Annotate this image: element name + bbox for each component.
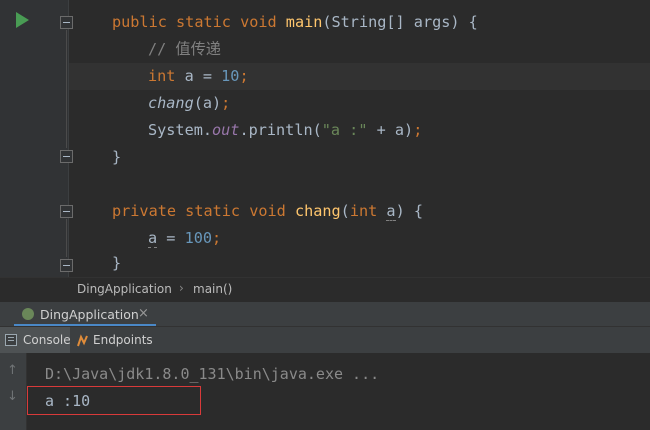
output-highlight-box bbox=[27, 386, 201, 415]
console-toolbar: ↑ ↓ bbox=[0, 353, 27, 430]
fold-icon[interactable] bbox=[60, 16, 73, 29]
code-line-declaration[interactable]: int a = 10; bbox=[148, 63, 249, 90]
tab-endpoints-label: Endpoints bbox=[93, 333, 153, 347]
keyword: int bbox=[148, 67, 176, 85]
code-text: a = bbox=[175, 67, 222, 85]
code-text: ( bbox=[340, 202, 350, 220]
semicolon: ; bbox=[413, 121, 423, 139]
method-call: chang bbox=[148, 94, 194, 112]
run-sub-tabs: Console Endpoints bbox=[0, 326, 650, 355]
call-args: (a) bbox=[193, 94, 222, 112]
method-name: main bbox=[285, 13, 323, 31]
endpoints-icon bbox=[77, 334, 88, 347]
fold-icon[interactable] bbox=[60, 205, 73, 218]
fold-guide bbox=[66, 30, 67, 148]
params: (String[] args) { bbox=[322, 13, 478, 31]
keyword: static bbox=[185, 202, 241, 220]
semicolon: ; bbox=[239, 67, 249, 85]
code-text: ) { bbox=[395, 202, 423, 220]
run-tab-label: DingApplication bbox=[40, 307, 139, 322]
parameter: a bbox=[386, 202, 396, 221]
spring-boot-icon bbox=[22, 308, 34, 320]
run-tool-window-header: DingApplication × bbox=[0, 301, 650, 327]
up-arrow-icon[interactable]: ↑ bbox=[7, 363, 18, 378]
fold-icon[interactable] bbox=[60, 150, 73, 163]
code-text: System. bbox=[148, 121, 213, 139]
brace: } bbox=[112, 254, 122, 272]
breadcrumb-separator: › bbox=[179, 281, 184, 295]
method-name: chang bbox=[294, 202, 341, 220]
semicolon: ; bbox=[212, 229, 222, 247]
code-line-comment[interactable]: // 值传递 bbox=[148, 36, 221, 63]
run-tab-dingapplication[interactable]: DingApplication × bbox=[14, 302, 156, 327]
tab-endpoints[interactable]: Endpoints bbox=[72, 327, 153, 353]
string-literal: "a :" bbox=[321, 121, 368, 139]
code-text: = bbox=[157, 229, 185, 247]
code-line-close-brace[interactable]: } bbox=[112, 250, 121, 277]
console-icon bbox=[5, 334, 17, 346]
breadcrumb: DingApplication › main() bbox=[0, 277, 650, 302]
run-gutter-icon[interactable] bbox=[16, 12, 29, 28]
number-literal: 10 bbox=[221, 67, 240, 85]
code-text: + a) bbox=[367, 121, 414, 139]
editor-gutter[interactable] bbox=[0, 0, 68, 277]
close-icon[interactable]: × bbox=[138, 306, 149, 321]
keyword: public bbox=[112, 13, 167, 31]
console-command-line[interactable]: D:\Java\jdk1.8.0_131\bin\java.exe ... bbox=[45, 365, 379, 383]
code-line-main-signature[interactable]: public static void main(String[] args) { bbox=[112, 9, 478, 36]
code-line-close-brace[interactable]: } bbox=[112, 144, 121, 171]
breadcrumb-class[interactable]: DingApplication bbox=[77, 282, 172, 296]
breadcrumb-method[interactable]: main() bbox=[193, 282, 232, 296]
code-editor[interactable]: public static void main(String[] args) {… bbox=[0, 0, 650, 277]
fold-guide bbox=[66, 219, 67, 257]
number-literal: 100 bbox=[184, 229, 213, 247]
keyword: int bbox=[349, 202, 378, 220]
fold-icon[interactable] bbox=[60, 259, 73, 272]
static-field: out bbox=[212, 121, 240, 139]
tab-console[interactable]: Console bbox=[0, 327, 71, 353]
down-arrow-icon[interactable]: ↓ bbox=[7, 389, 18, 404]
keyword: private bbox=[112, 202, 177, 220]
code-line-println[interactable]: System.out.println("a :" + a); bbox=[148, 117, 422, 144]
tab-console-label: Console bbox=[23, 333, 71, 347]
variable: a bbox=[148, 229, 158, 248]
comment: // 值传递 bbox=[148, 40, 221, 58]
keyword: void bbox=[240, 13, 277, 31]
code-line-call[interactable]: chang(a); bbox=[148, 90, 230, 117]
keyword: void bbox=[249, 202, 286, 220]
code-line-chang-signature[interactable]: private static void chang(int a) { bbox=[112, 198, 423, 225]
gutter-divider bbox=[68, 0, 69, 277]
code-text: .println( bbox=[239, 121, 322, 139]
code-line-assignment[interactable]: a = 100; bbox=[148, 225, 221, 252]
keyword: static bbox=[176, 13, 231, 31]
brace: } bbox=[112, 148, 122, 166]
semicolon: ; bbox=[221, 94, 231, 112]
